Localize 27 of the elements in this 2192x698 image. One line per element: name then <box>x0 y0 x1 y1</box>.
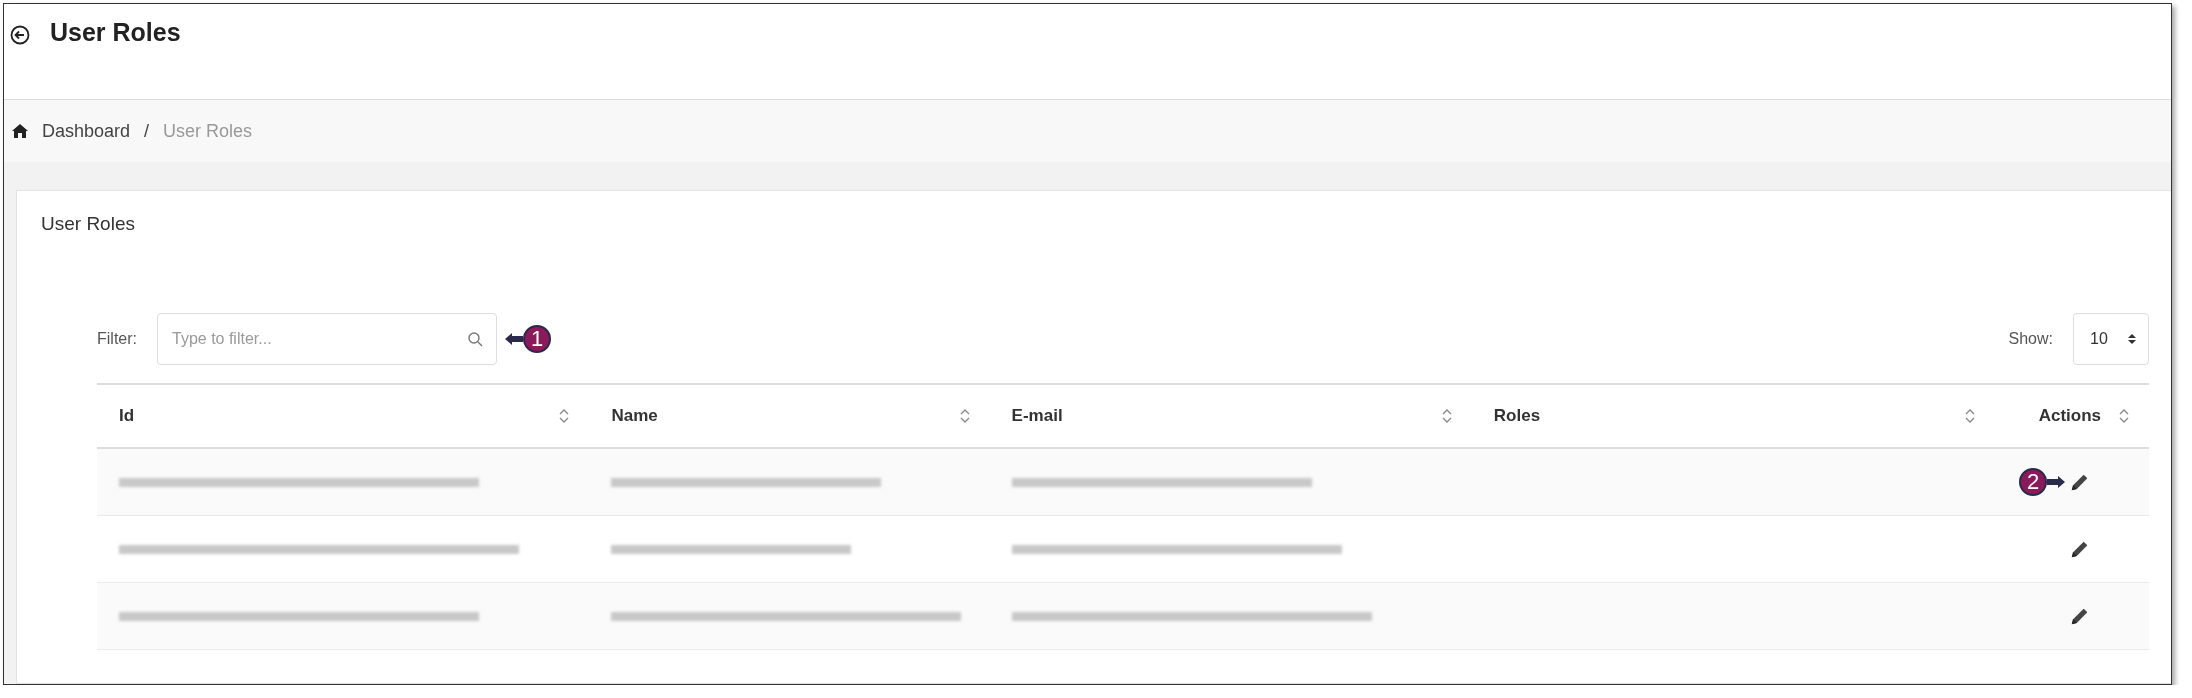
callout-arrow-icon <box>505 332 523 346</box>
page-size-select[interactable]: 10 <box>2073 313 2149 365</box>
callout-badge: 1 <box>523 325 551 353</box>
show-label: Show: <box>2008 330 2053 348</box>
search-icon <box>467 331 483 347</box>
callout-badge: 2 <box>2019 468 2047 496</box>
filter-field[interactable]: Type to filter... <box>157 313 497 365</box>
caret-icon <box>2128 333 2136 345</box>
breadcrumb-current: User Roles <box>163 120 253 142</box>
page-title: User Roles <box>50 17 181 47</box>
column-header[interactable]: Id <box>119 406 135 426</box>
card-title: User Roles <box>41 213 136 235</box>
column-header[interactable]: Roles <box>1493 406 1541 426</box>
breadcrumb-link[interactable]: Dashboard <box>42 120 131 142</box>
filter-label: Filter: <box>97 330 137 348</box>
sort-icon[interactable] <box>1965 408 1976 424</box>
callout-arrow-icon <box>2047 475 2065 489</box>
sort-icon[interactable] <box>959 408 970 424</box>
back-icon[interactable] <box>10 25 30 45</box>
column-header[interactable]: Name <box>611 406 658 426</box>
sort-icon[interactable] <box>559 408 570 424</box>
sort-icon[interactable] <box>1441 408 1452 424</box>
column-header[interactable]: E-mail <box>1011 406 1063 426</box>
breadcrumb-link[interactable]: / <box>144 120 150 142</box>
column-header[interactable]: Actions <box>2038 406 2101 426</box>
home-icon[interactable] <box>12 124 28 138</box>
sort-icon[interactable] <box>2119 408 2129 424</box>
